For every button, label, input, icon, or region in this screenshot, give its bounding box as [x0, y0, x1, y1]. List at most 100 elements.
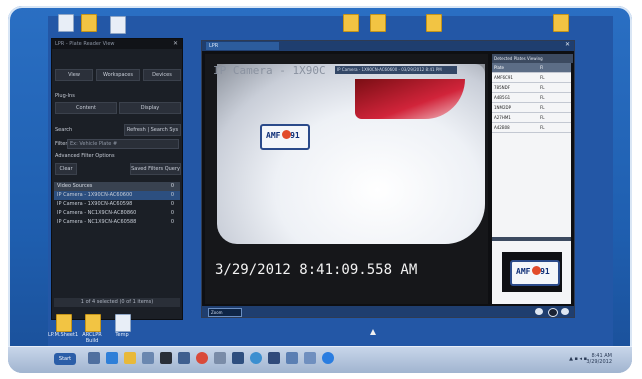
plugins-label: Plug-Ins: [55, 93, 75, 99]
clock-date: 3/29/2012: [586, 359, 612, 365]
panel-title: LPR - Plate Reader View: [52, 39, 182, 49]
folder-icon[interactable]: [85, 314, 101, 332]
table-row[interactable]: A27HM1 FL: [492, 113, 571, 123]
media-icon[interactable]: [160, 352, 172, 364]
table-row[interactable]: 1NM2DP FL: [492, 103, 571, 113]
tools-icon[interactable]: [214, 352, 226, 364]
viewer-tabbar: LPR ✕: [202, 41, 574, 51]
plate-cell: A4B5G1: [494, 95, 511, 100]
app-icon[interactable]: [178, 352, 190, 364]
detections-panel: Detected Plates Viewing Plate Fl AMF6C91…: [492, 54, 573, 304]
desktop-icon-label: Temp: [115, 332, 129, 338]
video-feed[interactable]: AMF C91 IP Camera - 1X90C IP Camera - 1X…: [205, 54, 488, 304]
video-sources-header: Video Sources 0: [54, 182, 180, 191]
source-count: 0: [170, 219, 174, 225]
panel-divider: [492, 237, 571, 241]
desktop: LPR - Plate Reader View ✕ View Workspace…: [48, 14, 613, 351]
column-header: Plate: [494, 65, 505, 70]
shield-icon[interactable]: [268, 352, 280, 364]
chrome-icon[interactable]: [196, 352, 208, 364]
desktop-icon-label: LP.M.Sheet1: [48, 332, 79, 338]
plate-cell: AMF6C91: [494, 75, 513, 80]
content-button[interactable]: Content: [55, 102, 117, 114]
zoom-select[interactable]: Zoom: [208, 308, 242, 317]
plate-emblem-icon: [532, 266, 541, 275]
system-tray-icons[interactable]: ▲ ▪ ◂ ▪: [569, 356, 587, 362]
desktop-icon-2[interactable]: [110, 16, 126, 34]
video-timestamp: 3/29/2012 8:41:09.558 AM: [215, 262, 418, 278]
source-name: IP Camera - 1X90CN-AC60600: [57, 192, 133, 198]
control-panel: LPR - Plate Reader View ✕ View Workspace…: [51, 38, 183, 320]
flag-cell: FL: [540, 105, 545, 110]
folder-icon[interactable]: [426, 14, 442, 32]
desktop-icon-1[interactable]: [58, 14, 74, 32]
clock[interactable]: 8:41 AM 3/29/2012: [586, 353, 612, 365]
display-button[interactable]: Display: [119, 102, 181, 114]
list-item[interactable]: IP Camera - NC1X9CN-AC80860 0: [54, 209, 180, 218]
source-count: 0: [170, 201, 174, 207]
flag-cell: FL: [540, 85, 545, 90]
folder-icon[interactable]: [370, 14, 386, 32]
clear-button[interactable]: Clear: [55, 163, 77, 175]
folder-icon[interactable]: [343, 14, 359, 32]
list-item[interactable]: IP Camera - 1X90CN-AC60600 0: [54, 191, 180, 200]
camera-icon[interactable]: [232, 352, 244, 364]
list-header-count: 0: [170, 183, 174, 189]
window-icon[interactable]: [142, 352, 154, 364]
browser-icon[interactable]: [106, 352, 118, 364]
source-count: 0: [170, 210, 174, 216]
folder-icon[interactable]: [124, 352, 136, 364]
plate-cell: A42B08: [494, 125, 510, 130]
file-icon[interactable]: [115, 314, 131, 332]
desktop-icon-label: ARCLPR Build: [82, 332, 102, 344]
people-icon[interactable]: [88, 352, 100, 364]
plate-cell: A27HM1: [494, 115, 511, 120]
source-name: IP Camera - 1X90CN-AC60598: [57, 201, 133, 207]
list-item[interactable]: IP Camera - NC1X9CN-AC60588 0: [54, 218, 180, 227]
source-name: IP Camera - NC1X9CN-AC60588: [57, 219, 137, 225]
table-row[interactable]: A4B5G1 FL: [492, 93, 571, 103]
menu-devices[interactable]: Devices: [143, 69, 181, 81]
plate-emblem-icon: [282, 130, 291, 139]
table-row[interactable]: 785NDF FL: [492, 83, 571, 93]
advanced-filter-link[interactable]: Advanced Filter Options: [55, 153, 185, 159]
internet-explorer-icon[interactable]: [322, 352, 334, 364]
status-bar: 1 of 4 selected (0 of 1 items): [54, 298, 180, 307]
table-row[interactable]: AMF6C91 FL: [492, 73, 571, 83]
close-icon[interactable]: ✕: [565, 41, 570, 48]
list-header-label: Video Sources: [57, 183, 93, 189]
tab-lpr[interactable]: LPR: [206, 42, 279, 50]
plate-cell: 1NM2DP: [494, 105, 512, 110]
menu-workspaces[interactable]: Workspaces: [96, 69, 140, 81]
globe-icon[interactable]: [250, 352, 262, 364]
folder-icon[interactable]: [56, 314, 72, 332]
record-icon[interactable]: [548, 308, 558, 317]
flag-cell: FL: [540, 125, 545, 130]
filter-input[interactable]: Ex: Vehicle Plate #: [67, 139, 179, 149]
plate-thumbnail[interactable]: AMF C91: [502, 252, 562, 292]
camera-overlay-label: IP Camera - 1X90C: [213, 64, 326, 77]
flag-cell: FL: [540, 115, 545, 120]
detections-header: Detected Plates Viewing: [492, 54, 573, 63]
folder-icon[interactable]: [81, 14, 97, 32]
license-plate: AMF C91: [260, 124, 310, 150]
mouse-cursor-icon: [370, 329, 376, 335]
start-button[interactable]: Start: [54, 353, 76, 365]
menu-view[interactable]: View: [55, 69, 93, 81]
video-viewer-window: LPR ✕ AMF C91 IP Camera - 1X90C IP Camer…: [201, 40, 575, 318]
saved-filters-dropdown[interactable]: Saved Filters Query: [130, 163, 181, 175]
close-icon[interactable]: ✕: [173, 40, 178, 47]
fullscreen-icon[interactable]: [561, 308, 569, 315]
refresh-button[interactable]: Refresh | Search Sys: [124, 124, 181, 136]
taskbar: Start ▲ ▪ ◂ ▪ 8:41 AM 3/29/2012: [8, 346, 632, 373]
edit-icon[interactable]: [304, 352, 316, 364]
table-row[interactable]: A42B08 FL: [492, 123, 571, 133]
source-name: IP Camera - NC1X9CN-AC80860: [57, 210, 137, 216]
monitor-icon[interactable]: [286, 352, 298, 364]
list-item[interactable]: IP Camera - 1X90CN-AC60598 0: [54, 200, 180, 209]
flag-cell: FL: [540, 95, 545, 100]
column-header: Fl: [540, 65, 544, 70]
video-caption: IP Camera - 1X90CN-AC60600 - 03/29/2012 …: [335, 66, 457, 74]
settings-icon[interactable]: [535, 308, 543, 315]
folder-icon[interactable]: [553, 14, 569, 32]
